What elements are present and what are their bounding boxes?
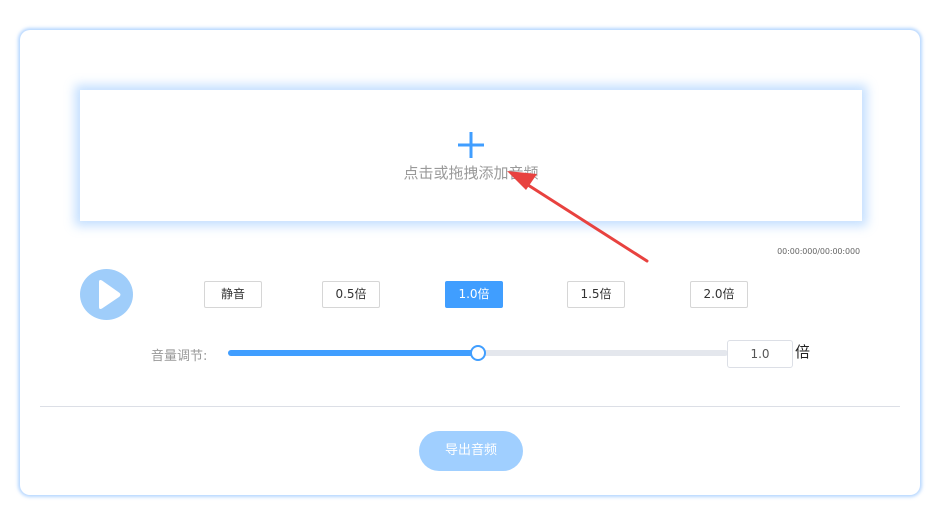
divider [40,406,900,407]
plus-icon [458,132,484,158]
speed-2-0-button[interactable]: 2.0倍 [690,281,748,308]
volume-unit: 倍 [795,343,811,361]
speed-1-5-button[interactable]: 1.5倍 [567,281,625,308]
play-button[interactable] [80,269,133,320]
time-readout: 00:00:000/00:00:000 [777,247,860,256]
editor-card: 点击或拖拽添加音频 00:00:000/00:00:000 静音 0.5倍 1.… [20,30,920,495]
speed-1-0-button[interactable]: 1.0倍 [445,281,503,308]
speed-0-5-button[interactable]: 0.5倍 [322,281,380,308]
volume-slider[interactable] [228,345,728,361]
drop-zone-label: 点击或拖拽添加音频 [403,164,539,182]
audio-drop-zone[interactable]: 点击或拖拽添加音频 [80,90,862,221]
export-audio-button[interactable]: 导出音频 [419,431,523,471]
play-icon [99,280,121,309]
volume-input[interactable] [727,340,793,368]
mute-button[interactable]: 静音 [204,281,262,308]
volume-slider-fill [228,350,478,356]
volume-label: 音量调节: [151,349,208,364]
volume-slider-handle[interactable] [470,345,486,361]
